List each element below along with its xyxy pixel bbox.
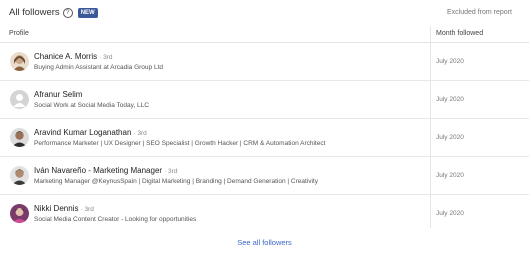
help-circle-icon[interactable]: ? — [62, 7, 73, 18]
followers-header: All followers ? NEW Excluded from report — [0, 0, 529, 27]
follower-name[interactable]: Chanice A. Morris · 3rd — [34, 52, 113, 61]
month-followed: July 2020 — [436, 58, 464, 65]
month-followed: July 2020 — [436, 96, 464, 103]
connection-degree: · 3rd — [133, 130, 147, 137]
default-avatar-icon — [10, 90, 29, 109]
connection-degree: · 3rd — [99, 54, 113, 61]
table-row: Afranur Selim Social Work at Social Medi… — [0, 81, 529, 119]
follower-headline: Performance Marketer | UX Designer | SEO… — [34, 140, 326, 147]
excluded-from-report-link[interactable]: Excluded from report — [447, 9, 512, 16]
profile-photo-icon — [10, 128, 29, 147]
month-followed: July 2020 — [436, 172, 464, 179]
profile-photo-icon — [10, 166, 29, 185]
column-header-profile: Profile — [9, 30, 29, 37]
see-all-followers-link[interactable]: See all followers — [0, 238, 529, 247]
title-text: All followers — [9, 7, 60, 18]
connection-degree: · 3rd — [80, 206, 94, 213]
profile-photo-icon — [10, 52, 29, 71]
page-title: All followers ? NEW — [9, 7, 98, 18]
follower-headline: Marketing Manager @KeynusSpain | Digital… — [34, 178, 318, 185]
column-header-month-followed: Month followed — [436, 30, 484, 37]
follower-headline: Social Media Content Creator - Looking f… — [34, 216, 197, 223]
table-row: Chanice A. Morris · 3rd Buying Admin Assi… — [0, 43, 529, 81]
table-row: Iván Navareño - Marketing Manager · 3rd M… — [0, 157, 529, 195]
follower-headline: Social Work at Social Media Today, LLC — [34, 102, 149, 109]
avatar[interactable] — [10, 166, 29, 185]
month-followed: July 2020 — [436, 134, 464, 141]
month-followed: July 2020 — [436, 210, 464, 217]
follower-headline: Buying Admin Assistant at Arcadia Group … — [34, 64, 163, 71]
follower-name[interactable]: Iván Navareño - Marketing Manager · 3rd — [34, 166, 177, 175]
avatar[interactable] — [10, 52, 29, 71]
avatar[interactable] — [10, 204, 29, 223]
new-badge: NEW — [77, 7, 98, 18]
table-row: Nikki Dennis · 3rd Social Media Content C… — [0, 195, 529, 232]
table-row: Aravind Kumar Loganathan · 3rd Performanc… — [0, 119, 529, 157]
table-header: Profile Month followed — [0, 26, 529, 43]
see-all-followers-label[interactable]: See all followers — [237, 238, 292, 247]
profile-photo-icon — [10, 204, 29, 223]
connection-degree: · 3rd — [164, 168, 178, 175]
avatar[interactable] — [10, 90, 29, 109]
follower-name[interactable]: Nikki Dennis · 3rd — [34, 204, 94, 213]
follower-name[interactable]: Aravind Kumar Loganathan · 3rd — [34, 128, 147, 137]
avatar[interactable] — [10, 128, 29, 147]
follower-name[interactable]: Afranur Selim — [34, 90, 84, 99]
